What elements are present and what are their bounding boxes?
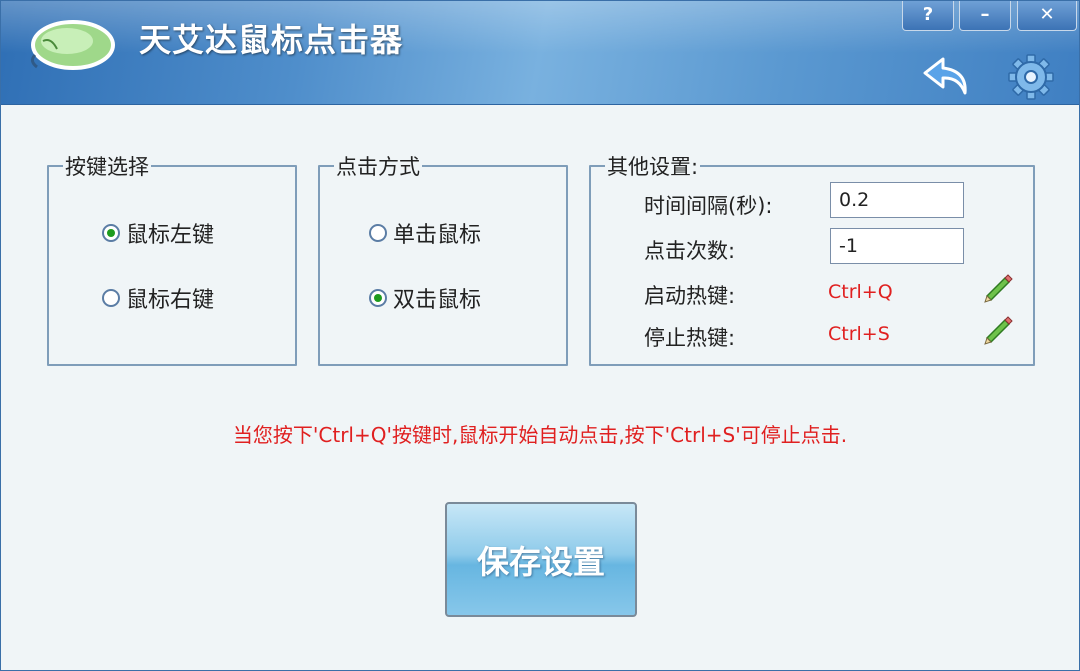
radio-unchecked-icon[interactable] [369, 224, 387, 242]
minimize-button[interactable]: – [959, 1, 1011, 31]
button-select-legend: 按键选择 [65, 155, 149, 179]
app-window: 天艾达鼠标点击器 ? – ✕ 按键选择 鼠标左键 鼠标右键 点击方式 单击鼠标 … [0, 0, 1080, 671]
stop-hotkey-label: 停止热键: [644, 326, 736, 350]
radio-left-label: 鼠标左键 [126, 223, 215, 248]
click-mode-legend: 点击方式 [336, 155, 420, 179]
gear-icon[interactable] [1007, 53, 1055, 101]
radio-single-click[interactable]: 单击鼠标 [369, 217, 481, 249]
interval-input[interactable] [830, 182, 964, 218]
radio-right-label: 鼠标右键 [126, 288, 215, 313]
start-hotkey-label: 启动热键: [644, 284, 736, 308]
help-button[interactable]: ? [902, 1, 954, 31]
back-arrow-icon[interactable] [921, 53, 973, 99]
close-button[interactable]: ✕ [1017, 1, 1077, 31]
click-mode-group: 点击方式 [318, 151, 568, 366]
radio-right-button[interactable]: 鼠标右键 [102, 282, 214, 314]
edit-start-hotkey-pencil-icon[interactable] [981, 270, 1015, 304]
count-input[interactable] [830, 228, 964, 264]
start-hotkey-value: Ctrl+Q [828, 281, 893, 303]
radio-double-label: 双击鼠标 [393, 288, 482, 313]
radio-unchecked-icon[interactable] [102, 289, 120, 307]
mouse-icon [30, 20, 115, 70]
title-bar[interactable]: 天艾达鼠标点击器 ? – ✕ [1, 1, 1079, 105]
radio-left-button[interactable]: 鼠标左键 [102, 217, 214, 249]
other-settings-legend: 其他设置: [607, 155, 699, 179]
interval-label: 时间间隔(秒): [644, 194, 773, 218]
hotkey-notice: 当您按下'Ctrl+Q'按键时,鼠标开始自动点击,按下'Ctrl+S'可停止点击… [232, 423, 848, 447]
radio-checked-icon[interactable] [102, 224, 120, 242]
stop-hotkey-value: Ctrl+S [828, 323, 890, 345]
radio-double-click[interactable]: 双击鼠标 [369, 282, 481, 314]
button-select-group: 按键选择 [47, 151, 297, 366]
count-label: 点击次数: [644, 239, 736, 263]
app-title: 天艾达鼠标点击器 [139, 21, 404, 59]
save-settings-button[interactable]: 保存设置 [445, 502, 637, 617]
radio-single-label: 单击鼠标 [393, 223, 482, 248]
edit-stop-hotkey-pencil-icon[interactable] [981, 312, 1015, 346]
radio-checked-icon[interactable] [369, 289, 387, 307]
